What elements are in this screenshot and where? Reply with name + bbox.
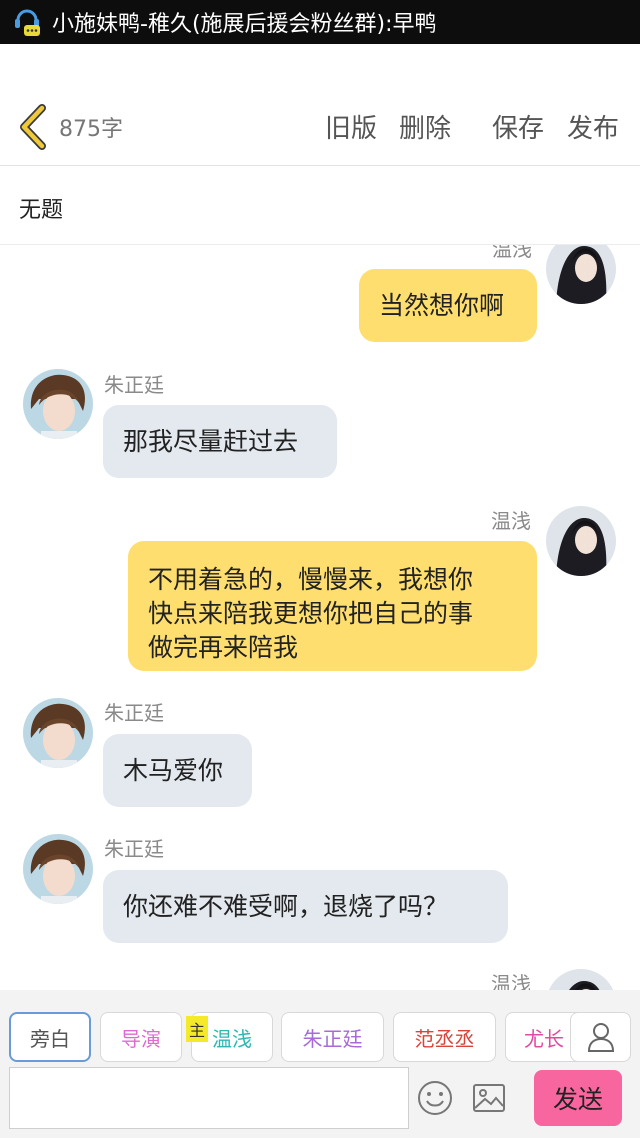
avatar-zhuzhengting[interactable]	[23, 698, 93, 768]
delete-button[interactable]: 删除	[399, 108, 451, 145]
send-button[interactable]: 发送	[534, 1070, 622, 1126]
speaker-name: 朱正廷	[104, 837, 164, 861]
avatar-wenqian[interactable]	[546, 969, 616, 990]
notification-text: 小施妹鸭-稚久(施展后援会粉丝群):早鸭	[52, 12, 437, 37]
speaker-name: 朱正廷	[104, 373, 164, 397]
chat-area[interactable]: 温浅 当然想你啊 朱正廷 那我尽量赶过去 温浅 不用着急的，慢慢来，我想你 快点…	[0, 245, 640, 990]
title-bar[interactable]: 无题	[0, 166, 640, 245]
message-bubble[interactable]: 木马爱你	[103, 734, 252, 807]
speaker-name: 朱正廷	[104, 701, 164, 725]
old-version-button[interactable]: 旧版	[325, 108, 377, 145]
avatar-wenqian[interactable]	[546, 245, 616, 304]
message-input[interactable]	[9, 1067, 409, 1129]
input-bar: 发送	[0, 1064, 640, 1138]
emoji-icon[interactable]	[417, 1080, 453, 1116]
word-count: 875字	[59, 117, 123, 142]
role-director[interactable]: 导演	[100, 1012, 182, 1062]
main-role-tag: 主	[186, 1016, 208, 1042]
save-button[interactable]: 保存	[492, 108, 544, 145]
avatar-zhuzhengting[interactable]	[23, 369, 93, 439]
speaker-name: 温浅	[491, 972, 531, 990]
speaker-name: 温浅	[491, 509, 531, 533]
role-manage-button[interactable]	[570, 1012, 631, 1062]
role-fanchengcheng[interactable]: 范丞丞	[393, 1012, 496, 1062]
status-bar: 小施妹鸭-稚久(施展后援会粉丝群):早鸭	[0, 0, 640, 44]
role-zhuzhengting[interactable]: 朱正廷	[281, 1012, 384, 1062]
message-bubble[interactable]: 不用着急的，慢慢来，我想你 快点来陪我更想你把自己的事 做完再来陪我	[128, 541, 537, 671]
message-bubble[interactable]: 当然想你啊	[359, 269, 537, 342]
back-chevron-icon[interactable]	[14, 104, 54, 150]
role-selector: 旁白 导演 温浅 主 朱正廷 范丞丞 尤长	[0, 990, 640, 1064]
person-icon	[587, 1023, 614, 1052]
doc-title[interactable]: 无题	[19, 192, 63, 224]
message-bubble[interactable]: 那我尽量赶过去	[103, 405, 337, 478]
image-icon[interactable]	[472, 1082, 506, 1114]
message-bubble[interactable]: 你还难不难受啊，退烧了吗？	[103, 870, 508, 943]
role-narrator[interactable]: 旁白	[9, 1012, 91, 1062]
avatar-wenqian[interactable]	[546, 506, 616, 576]
editor-header: 875字 旧版 删除 保存 发布	[0, 44, 640, 166]
speaker-name: 温浅	[492, 245, 532, 261]
publish-button[interactable]: 发布	[567, 108, 619, 145]
avatar-zhuzhengting[interactable]	[23, 834, 93, 904]
chat-app-icon	[15, 9, 40, 36]
